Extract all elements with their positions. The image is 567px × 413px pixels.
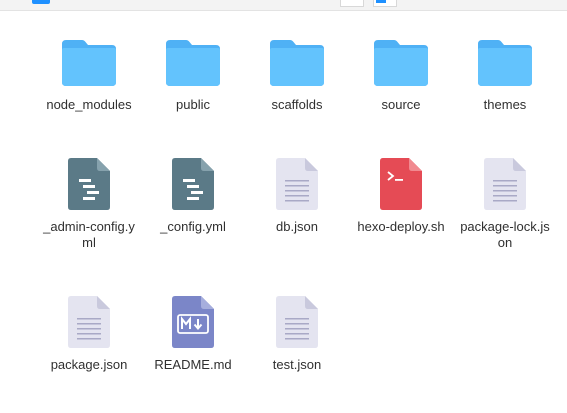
file-name: test.json [272, 357, 322, 372]
file-item-test-json[interactable]: test.json [245, 278, 349, 396]
file-name: public [176, 97, 210, 112]
text-file-icon [453, 140, 557, 210]
file-name: scaffolds [271, 97, 323, 112]
toolbar-strip [0, 0, 567, 11]
folder-icon [349, 18, 453, 88]
nav-tab-indicator[interactable] [32, 0, 50, 4]
text-file-icon [245, 278, 349, 348]
file-name: db.json [276, 219, 318, 234]
file-name: node_modules [46, 97, 132, 112]
view-toggle-accent [376, 0, 386, 3]
file-name: hexo-deploy.sh [357, 219, 445, 234]
folder-icon [141, 18, 245, 88]
file-item-readme-md[interactable]: README.md [141, 278, 245, 396]
file-item-admin-config-yml[interactable]: _admin-config.yml [37, 140, 141, 278]
shell-script-icon [349, 140, 453, 210]
file-item-db-json[interactable]: db.json [245, 140, 349, 278]
file-name: themes [483, 97, 527, 112]
yml-file-icon [37, 140, 141, 210]
file-name: README.md [154, 357, 232, 372]
file-name: source [381, 97, 421, 112]
file-item-scaffolds[interactable]: scaffolds [245, 18, 349, 140]
file-item-node-modules[interactable]: node_modules [37, 18, 141, 140]
file-grid: node_modules public scaffolds source the… [37, 18, 557, 396]
file-item-themes[interactable]: themes [453, 18, 557, 140]
folder-icon [245, 18, 349, 88]
file-item-public[interactable]: public [141, 18, 245, 140]
folder-icon [37, 18, 141, 88]
view-button[interactable] [340, 0, 364, 7]
file-item-package-lock-json[interactable]: package-lock.json [453, 140, 557, 278]
text-file-icon [245, 140, 349, 210]
file-name: _config.yml [160, 219, 226, 234]
file-item-package-json[interactable]: package.json [37, 278, 141, 396]
file-name: package-lock.json [460, 219, 550, 250]
view-toggle-button[interactable] [373, 0, 397, 7]
markdown-file-icon [141, 278, 245, 348]
text-file-icon [37, 278, 141, 348]
file-item-config-yml[interactable]: _config.yml [141, 140, 245, 278]
file-item-hexo-deploy-sh[interactable]: hexo-deploy.sh [349, 140, 453, 278]
file-name: _admin-config.yml [43, 219, 135, 250]
folder-icon [453, 18, 557, 88]
yml-file-icon [141, 140, 245, 210]
file-name: package.json [50, 357, 128, 372]
file-item-source[interactable]: source [349, 18, 453, 140]
